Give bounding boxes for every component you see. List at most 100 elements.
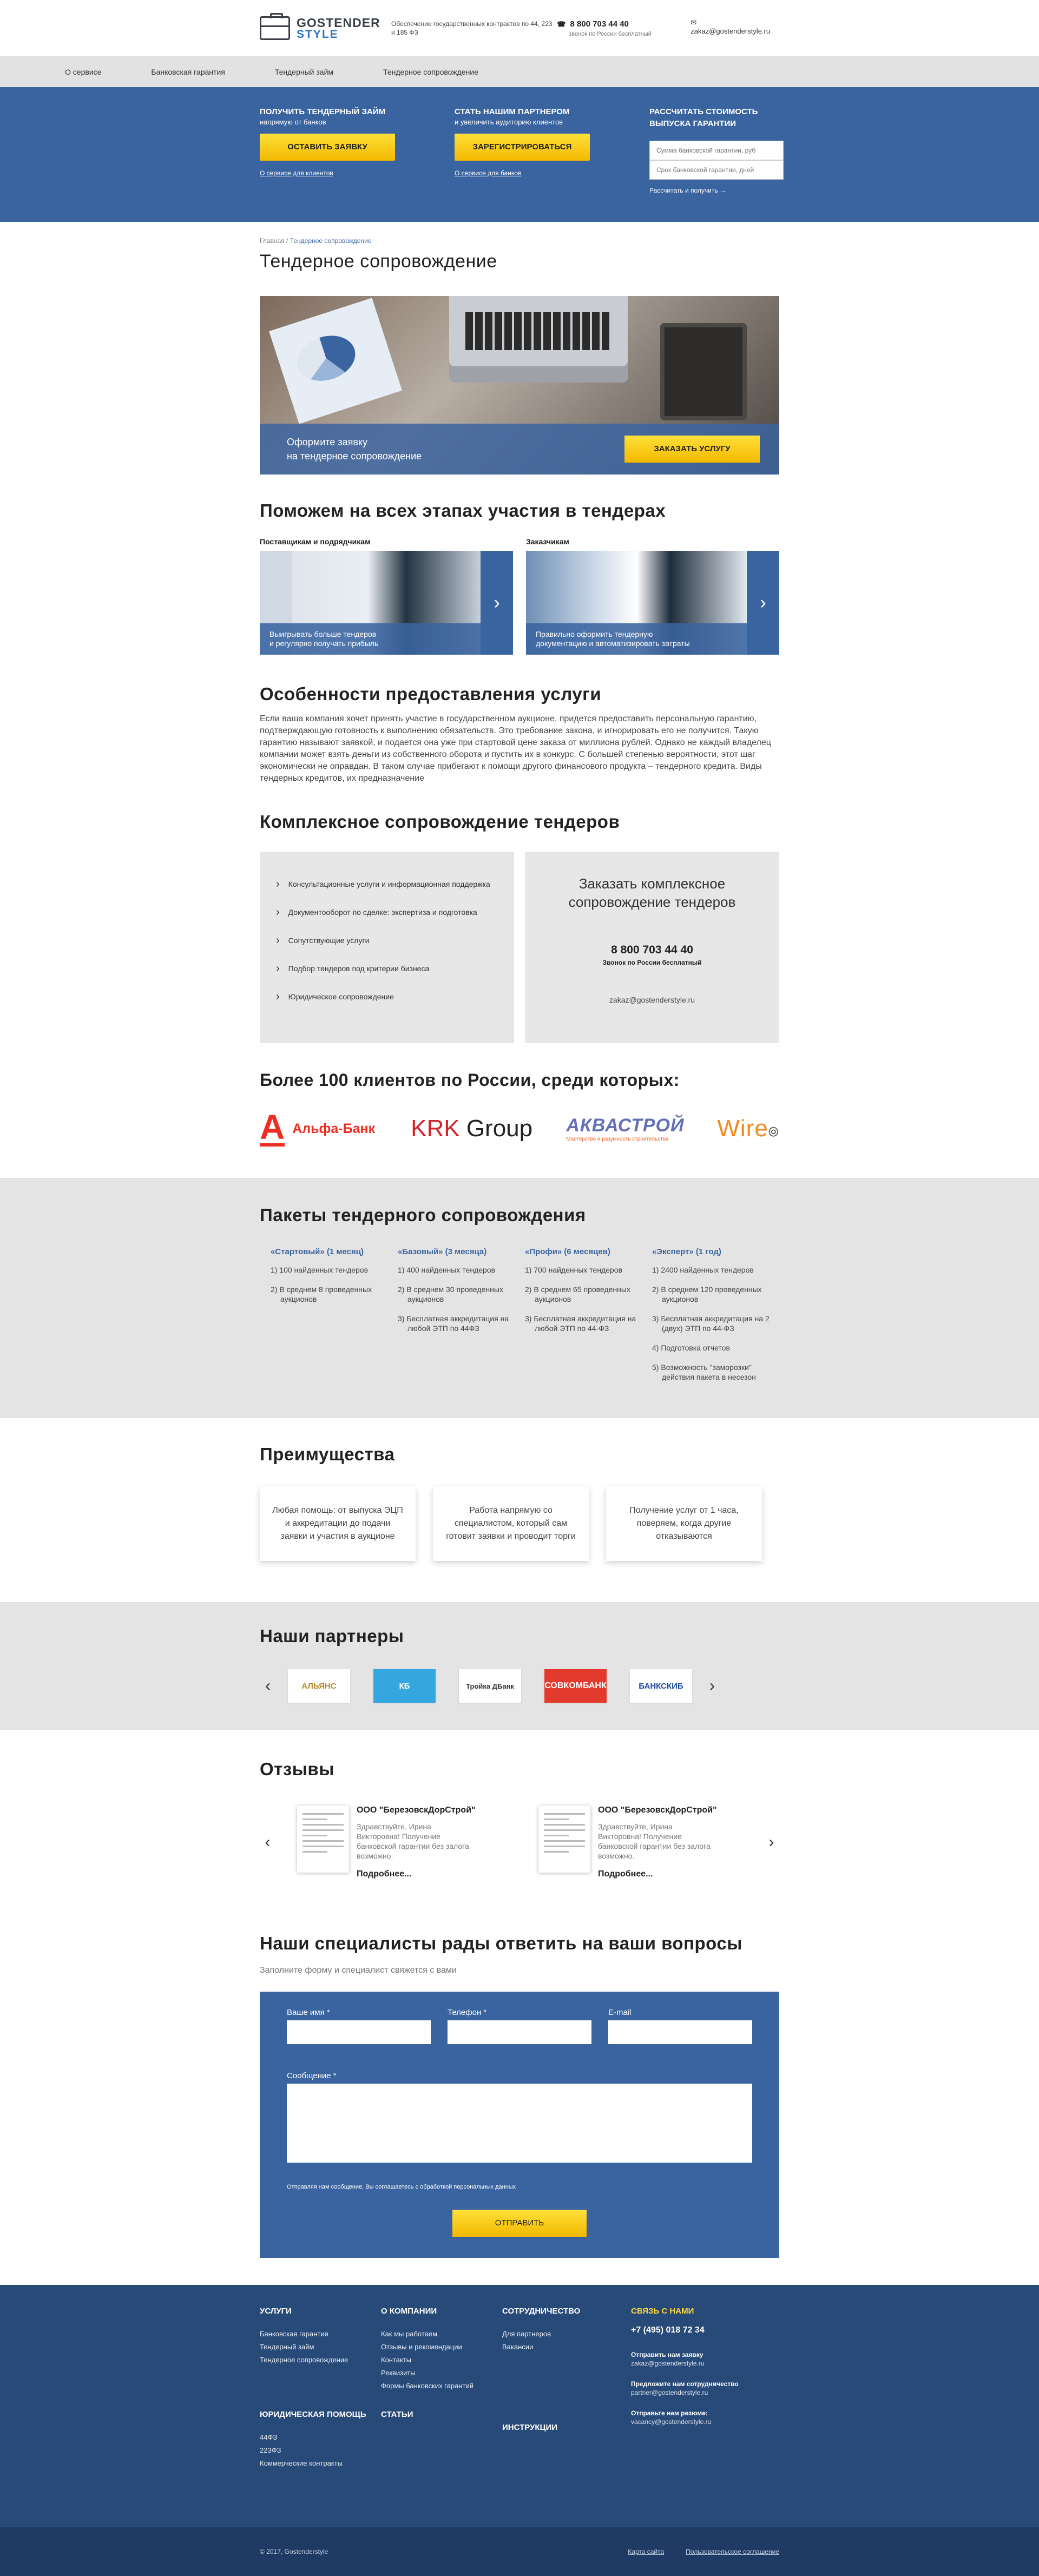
stage-suppliers[interactable]: Поставщикам и подрядчикам Выигрывать бол… [260, 537, 513, 655]
promo-loan: ПОЛУЧИТЬ ТЕНДЕРНЫЙ ЗАЙМ напрямую от банк… [260, 106, 455, 194]
email-field[interactable] [608, 2020, 752, 2044]
footer-link[interactable]: Формы банковских гарантий [381, 2380, 502, 2393]
stage-customers[interactable]: Заказчикам Правильно оформить тендерную д… [526, 537, 779, 655]
logo-text-top: GOSTENDER [297, 16, 380, 30]
footer-email[interactable]: partner@gostenderstyle.ru [631, 2388, 766, 2397]
footer-heading[interactable]: ИНСТРУКЦИИ [502, 2423, 623, 2432]
contact-form: Ваше имя * Телефон * E-mail Сообщение * … [260, 1992, 779, 2258]
footer-link[interactable]: Тендерный займ [260, 2341, 381, 2354]
review-text: Здравствуйте, Ирина Викторовна! Получени… [598, 1822, 711, 1860]
calculator-image [660, 323, 747, 420]
review-company: ООО "БерезовскДорСтрой" [598, 1806, 717, 1815]
footer-link[interactable]: Вакансии [502, 2341, 623, 2354]
review-company: ООО "БерезовскДорСтрой" [357, 1806, 476, 1815]
footer-contact-item: Отправьте нам резюме: vacancy@gostenderst… [631, 2409, 766, 2426]
client-logos: А Альфа-Банк KRK Group АКВАСТРОЙ Мастерств… [260, 1110, 779, 1148]
laptop-image [449, 296, 628, 383]
package-starter[interactable]: «Стартовый» (1 месяц) 1) 100 найденных т… [271, 1247, 398, 1392]
stages-title: Поможем на всех этапах участия в тендера… [260, 500, 666, 521]
footer-link[interactable]: Банковская гарантия [260, 2328, 381, 2341]
partner-logos: АЛЬЯНС КБ Тройка ДБанк СОВКОМБАНК БАНКСК… [288, 1669, 692, 1703]
partner-logo[interactable]: АЛЬЯНС [288, 1669, 350, 1703]
agreement-link[interactable]: Пользовательское соглашение [686, 2548, 779, 2555]
package-basic[interactable]: «Базовый» (3 месяца) 1) 400 найденных те… [398, 1247, 525, 1392]
chevron-right-icon[interactable]: › [764, 1833, 779, 1852]
footer-phone[interactable]: +7 (495) 018 72 34 [631, 2325, 766, 2335]
partner-logo[interactable]: СОВКОМБАНК [544, 1669, 607, 1703]
chevron-left-icon[interactable]: ‹ [260, 1677, 276, 1695]
footer-link[interactable]: Отзывы и рекомендации [381, 2341, 502, 2354]
review-more-link[interactable]: Подробнее... [598, 1869, 717, 1879]
page-title: Тендерное сопровождение [260, 251, 497, 272]
calculate-link[interactable]: Рассчитать и получить → [649, 187, 779, 194]
phone-field[interactable] [448, 2020, 591, 2044]
copyright: © 2017, Gostenderstyle [260, 2548, 328, 2555]
review-letter-image[interactable] [538, 1806, 590, 1873]
footer-contact: СВЯЗЬ С НАМИ +7 (495) 018 72 34 Отправит… [631, 2307, 766, 2470]
footer-link[interactable]: 223ФЗ [260, 2444, 381, 2457]
list-item: Юридическое сопровождение [276, 990, 498, 1018]
nav-item-about[interactable]: О сервисе [65, 68, 101, 76]
nav-item-bank-guarantee[interactable]: Банковская гарантия [151, 68, 225, 76]
packages-list: «Стартовый» (1 месяц) 1) 100 найденных т… [260, 1247, 779, 1392]
briefcase-icon [260, 13, 290, 40]
package-pro[interactable]: «Профи» (6 месяцев) 1) 700 найденных тен… [525, 1247, 652, 1392]
review-letter-image[interactable] [297, 1806, 349, 1873]
nav-item-tender-support[interactable]: Тендерное сопровождение [383, 68, 478, 76]
submit-button[interactable]: ОТПРАВИТЬ [452, 2210, 587, 2237]
about-banks-link[interactable]: О сервисе для банков [455, 169, 649, 177]
footer-email[interactable]: vacancy@gostenderstyle.ru [631, 2417, 766, 2426]
guarantee-term-input[interactable] [649, 160, 784, 180]
name-label: Ваше имя * [287, 2008, 330, 2017]
list-item: 5) Возможность "заморозки" действия паке… [652, 1363, 756, 1381]
nav-item-tender-loan[interactable]: Тендерный займ [275, 68, 333, 76]
breadcrumb: Главная / Тендерное сопровождение [260, 237, 779, 245]
breadcrumb-home[interactable]: Главная [260, 237, 285, 245]
chevron-right-icon[interactable]: › [704, 1677, 720, 1695]
complex-phone[interactable]: 8 800 703 44 40 [525, 944, 779, 957]
chevron-right-icon[interactable]: › [747, 551, 779, 655]
reviews-section: Отзывы ‹ ООО "БерезовскДорСтрой" Здравст… [260, 1730, 779, 2258]
chevron-left-icon[interactable]: ‹ [260, 1833, 275, 1852]
guarantee-amount-input[interactable] [649, 141, 784, 160]
site-footer: УСЛУГИ Банковская гарантия Тендерный зай… [0, 2285, 1039, 2527]
footer-link[interactable]: 44ФЗ [260, 2431, 381, 2444]
footer-email[interactable]: zakaz@gostenderstyle.ru [631, 2359, 766, 2368]
complex-order-box: Заказать комплексное сопровождение тендер… [525, 852, 779, 1043]
features-title: Особенности предоставления услуги [260, 684, 602, 704]
review-more-link[interactable]: Подробнее... [357, 1869, 476, 1879]
partner-logo[interactable]: Тройка ДБанк [459, 1669, 521, 1703]
register-button[interactable]: ЗАРЕГИСТРИРОВАТЬСЯ [455, 134, 590, 161]
footer-link[interactable]: Реквизиты [381, 2367, 502, 2380]
list-item: 1) 100 найденных тендеров [271, 1266, 369, 1274]
footer-link[interactable]: Коммерческие контракты [260, 2457, 381, 2470]
footer-link[interactable]: Контакты [381, 2354, 502, 2367]
chevron-right-icon[interactable]: › [481, 551, 513, 655]
header-phone[interactable]: 8 800 703 44 40 [557, 19, 691, 29]
advantages-section: Преимущества Любая помощь: от выпуска ЭЦ… [0, 1418, 1039, 1602]
footer-link[interactable]: Как мы работаем [381, 2328, 502, 2341]
leave-request-button[interactable]: ОСТАВИТЬ ЗАЯВКУ [260, 134, 395, 161]
footer-link[interactable]: Тендерное сопровождение [260, 2354, 381, 2367]
logo[interactable]: GOSTENDER STYLE [260, 13, 391, 40]
footer-cooperation: СОТРУДНИЧЕСТВО Для партнеров Вакансии ИН… [502, 2307, 623, 2470]
list-item: 2) В среднем 8 проведенных аукционов [271, 1285, 372, 1303]
email-label: E-mail [608, 2008, 632, 2017]
footer-heading[interactable]: СТАТЬИ [381, 2410, 502, 2419]
complex-email[interactable]: zakaz@gostenderstyle.ru [525, 996, 779, 1004]
partner-logo[interactable]: БАНКСКИБ [630, 1669, 692, 1703]
name-field[interactable] [287, 2020, 431, 2044]
package-name: «Стартовый» (1 месяц) [271, 1247, 364, 1256]
about-clients-link[interactable]: О сервисе для клиентов [260, 169, 455, 177]
list-item: 1) 700 найденных тендеров [525, 1266, 623, 1274]
list-item: 2) В среднем 65 проведенных аукционов [525, 1285, 630, 1303]
order-service-button[interactable]: ЗАКАЗАТЬ УСЛУГУ [624, 436, 760, 463]
footer-link[interactable]: Для партнеров [502, 2328, 623, 2341]
sitemap-link[interactable]: Карта сайта [628, 2548, 664, 2555]
message-field[interactable] [287, 2084, 752, 2163]
list-item: 2) В среднем 30 проведенных аукционов [398, 1285, 503, 1303]
partner-logo[interactable]: КБ [373, 1669, 436, 1703]
header-email[interactable]: zakaz@gostenderstyle.ru [691, 18, 779, 35]
list-item: Подбор тендеров под критерии бизнеса [276, 962, 498, 990]
package-expert[interactable]: «Эксперт» (1 год) 1) 2400 найденных тенд… [652, 1247, 779, 1392]
